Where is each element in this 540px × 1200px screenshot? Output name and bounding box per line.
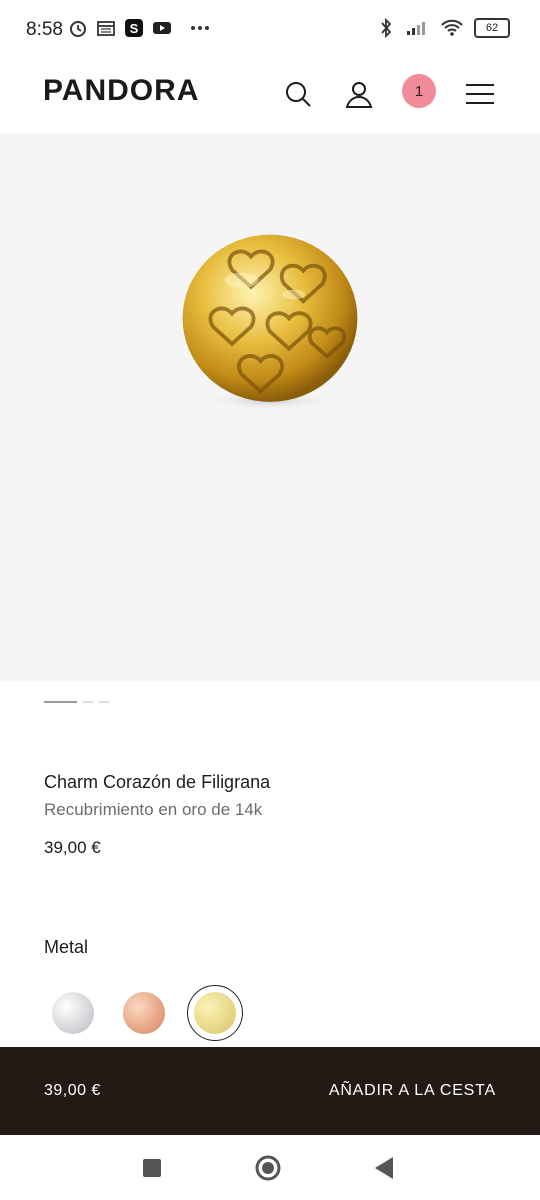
recents-button[interactable]: [137, 1153, 167, 1183]
cta-price: 39,00 €: [44, 1082, 101, 1099]
status-time: 8:58: [26, 19, 63, 40]
product-image-area[interactable]: [0, 133, 540, 681]
status-icons-left: S: [68, 18, 210, 38]
search-icon: [286, 82, 311, 107]
system-nav-bar: [0, 1135, 540, 1200]
product-subtitle: Recubrimiento en oro de 14k: [44, 800, 263, 819]
wifi-icon: [440, 18, 464, 38]
cart-badge[interactable]: 1: [402, 74, 436, 108]
signal-icon: [406, 18, 430, 38]
metal-label: Metal: [44, 937, 89, 957]
svg-text:S: S: [130, 21, 139, 36]
bluetooth-icon: [376, 18, 396, 38]
add-to-cart-button[interactable]: AÑADIR A LA CESTA: [329, 1082, 496, 1100]
battery-icon: 62: [474, 18, 510, 38]
s-app-icon: S: [124, 18, 144, 38]
carousel-dot-2[interactable]: [83, 701, 93, 703]
status-icons-right: 62: [376, 18, 510, 38]
calendar-icon: [96, 18, 116, 38]
menu-icon: [466, 84, 494, 104]
product-title: Charm Corazón de Filigrana: [44, 772, 271, 792]
back-triangle-icon: [375, 1157, 393, 1179]
status-bar: 8:58 S 62: [0, 0, 540, 60]
metal-swatch-rose-gold[interactable]: [123, 992, 165, 1034]
menu-button[interactable]: [460, 74, 500, 114]
product-price: 39,00 €: [44, 838, 101, 857]
back-button[interactable]: [369, 1153, 399, 1183]
filigree-heart-charm-image: [182, 234, 358, 411]
search-button[interactable]: [278, 74, 318, 114]
user-icon: [345, 82, 373, 108]
more-dots-icon: [190, 18, 210, 38]
site-header: PANDORA: [0, 60, 540, 132]
metal-swatch-gold[interactable]: [194, 992, 236, 1034]
add-to-cart-bar: 39,00 € AÑADIR A LA CESTA: [0, 1047, 540, 1135]
carousel-indicator: [44, 701, 109, 703]
recents-square-icon: [143, 1159, 161, 1177]
pandora-logo[interactable]: PANDORA: [43, 74, 199, 108]
home-button[interactable]: [253, 1153, 283, 1183]
account-button[interactable]: [339, 74, 379, 114]
alarm-icon: [68, 18, 88, 38]
carousel-dot-3[interactable]: [99, 701, 109, 703]
carousel-dot-1[interactable]: [44, 701, 77, 703]
metal-swatch-silver[interactable]: [52, 992, 94, 1034]
youtube-icon: [152, 18, 172, 38]
home-circle-icon: [255, 1155, 281, 1181]
